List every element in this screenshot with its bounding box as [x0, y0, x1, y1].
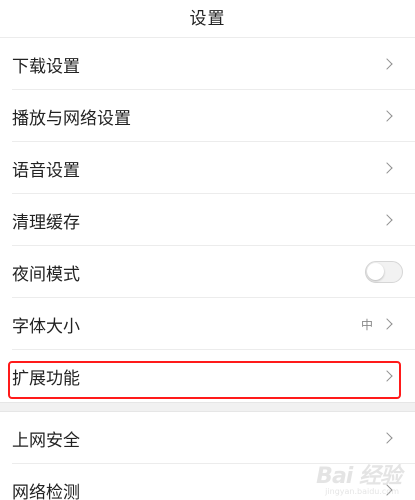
settings-row-network-check[interactable]: 网络检测: [0, 464, 415, 500]
settings-row-night-mode: 夜间模式: [0, 246, 415, 298]
row-label: 语音设置: [12, 160, 80, 181]
settings-row-download[interactable]: 下载设置: [0, 38, 415, 90]
row-label: 扩展功能: [12, 368, 80, 389]
settings-group-2: 上网安全 网络检测: [0, 412, 415, 500]
settings-row-playback-network[interactable]: 播放与网络设置: [0, 90, 415, 142]
settings-row-voice[interactable]: 语音设置: [0, 142, 415, 194]
settings-row-font-size[interactable]: 字体大小 中: [0, 298, 415, 350]
row-label: 上网安全: [12, 430, 80, 451]
chevron-right-icon: [381, 484, 393, 496]
page-title: 设置: [189, 9, 226, 29]
settings-group-1: 下载设置 播放与网络设置 语音设置 清理缓存 夜间模式 字体大小 中 扩展功能: [0, 38, 415, 402]
chevron-right-icon: [381, 58, 393, 70]
group-divider: [0, 402, 415, 412]
settings-screen: 设置 下载设置 播放与网络设置 语音设置 清理缓存 夜间模式 字体大小 中 扩展…: [0, 0, 415, 500]
row-label: 播放与网络设置: [12, 108, 131, 129]
settings-row-clear-cache[interactable]: 清理缓存: [0, 194, 415, 246]
row-label: 下载设置: [12, 56, 80, 77]
settings-row-web-security[interactable]: 上网安全: [0, 412, 415, 464]
font-size-value: 中: [360, 317, 373, 332]
row-label: 夜间模式: [12, 264, 80, 285]
row-label: 网络检测: [12, 482, 80, 500]
chevron-right-icon: [381, 110, 393, 122]
row-label: 清理缓存: [12, 212, 80, 233]
row-label: 字体大小: [12, 316, 80, 337]
settings-row-extensions[interactable]: 扩展功能: [0, 350, 415, 402]
chevron-right-icon: [381, 318, 393, 330]
chevron-right-icon: [381, 370, 393, 382]
toggle-knob: [367, 263, 384, 280]
header-bar: 设置: [0, 0, 415, 38]
chevron-right-icon: [381, 214, 393, 226]
chevron-right-icon: [381, 432, 393, 444]
night-mode-toggle[interactable]: [365, 261, 403, 283]
chevron-right-icon: [381, 162, 393, 174]
